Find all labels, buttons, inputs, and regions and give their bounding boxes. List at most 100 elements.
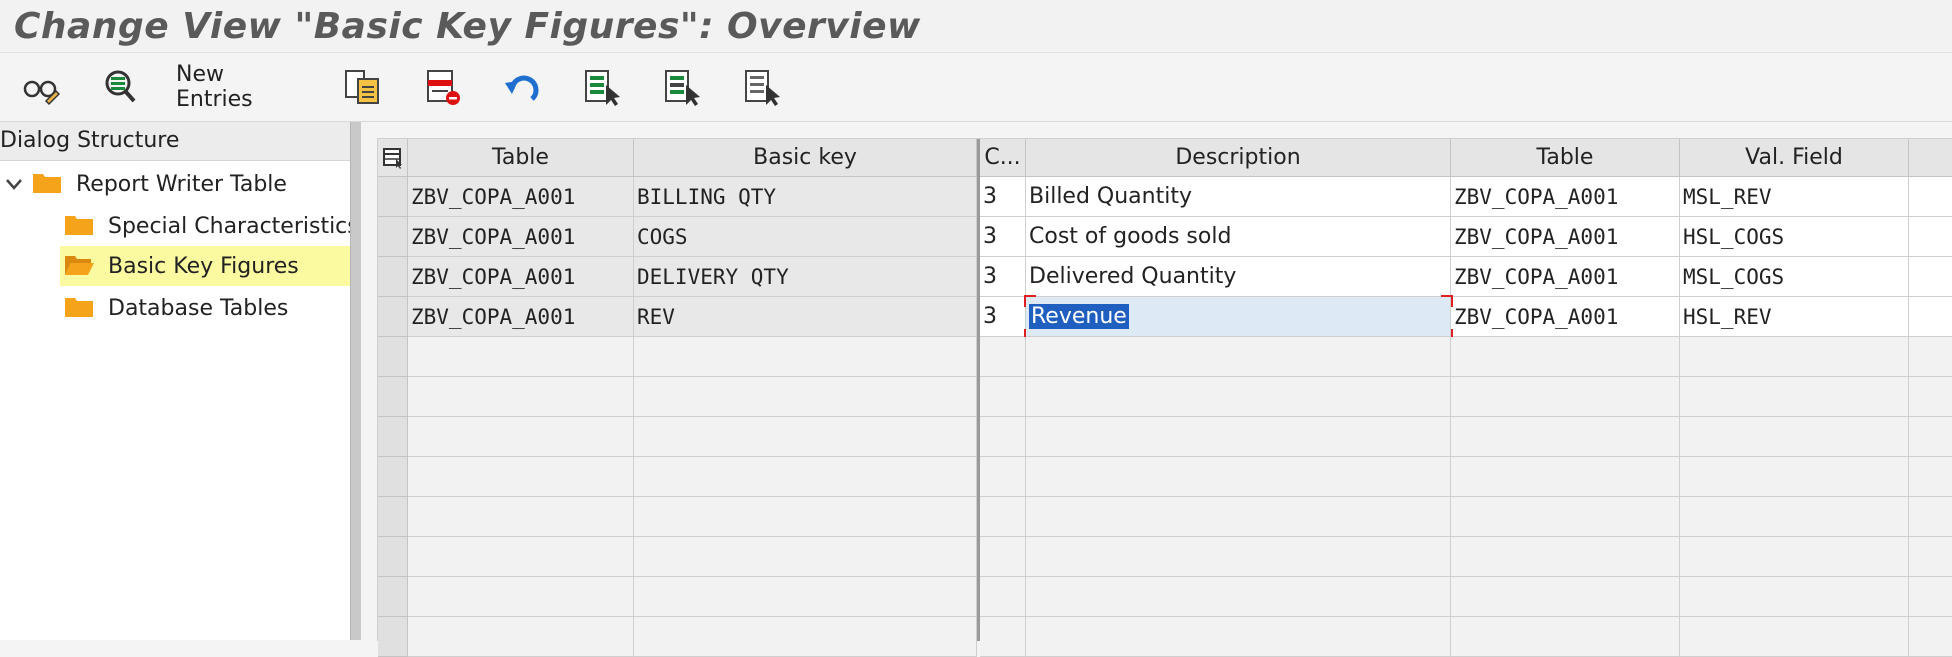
column-header-table[interactable]: Table xyxy=(408,139,634,177)
empty-cell[interactable] xyxy=(1680,537,1909,577)
empty-cell[interactable] xyxy=(1909,617,1952,657)
empty-cell[interactable] xyxy=(634,577,977,617)
empty-cell[interactable] xyxy=(1680,417,1909,457)
empty-cell[interactable] xyxy=(634,457,977,497)
empty-cell[interactable] xyxy=(1451,377,1680,417)
empty-cell[interactable] xyxy=(408,337,634,377)
empty-cell[interactable] xyxy=(1026,617,1451,657)
empty-cell[interactable] xyxy=(1909,377,1952,417)
empty-cell[interactable] xyxy=(1909,417,1952,457)
empty-cell[interactable] xyxy=(1680,577,1909,617)
row-selector[interactable] xyxy=(378,457,408,497)
table-field[interactable]: ZBV_COPA_A001 xyxy=(1451,177,1680,217)
empty-cell[interactable] xyxy=(1451,457,1680,497)
empty-cell[interactable] xyxy=(1451,417,1680,457)
empty-cell[interactable] xyxy=(1451,497,1680,537)
empty-cell[interactable] xyxy=(408,537,634,577)
row-selector[interactable] xyxy=(378,577,408,617)
empty-cell[interactable] xyxy=(980,577,1026,617)
tree-item-basic-key-figures[interactable]: Basic Key Figures xyxy=(60,246,350,286)
column-header-basic-key[interactable]: Basic key xyxy=(634,139,977,177)
empty-cell[interactable] xyxy=(408,377,634,417)
empty-cell[interactable] xyxy=(634,537,977,577)
empty-cell[interactable] xyxy=(634,337,977,377)
extra-field[interactable] xyxy=(1909,297,1952,337)
display-change-icon[interactable] xyxy=(18,63,62,111)
empty-cell[interactable] xyxy=(1909,497,1952,537)
empty-cell[interactable] xyxy=(408,417,634,457)
empty-cell[interactable] xyxy=(1909,537,1952,577)
row-selector[interactable] xyxy=(378,177,408,217)
c-field[interactable]: 3 xyxy=(980,257,1026,297)
empty-cell[interactable] xyxy=(1909,457,1952,497)
description-field[interactable]: Delivered Quantity xyxy=(1026,257,1451,297)
empty-cell[interactable] xyxy=(980,377,1026,417)
description-field-focused[interactable]: Revenue xyxy=(1026,297,1451,337)
extra-field[interactable] xyxy=(1909,257,1952,297)
extra-field[interactable] xyxy=(1909,217,1952,257)
copy-as-icon[interactable] xyxy=(340,63,384,111)
row-selector[interactable] xyxy=(378,537,408,577)
empty-cell[interactable] xyxy=(408,617,634,657)
extra-field[interactable] xyxy=(1909,177,1952,217)
tree-item-report-writer-table[interactable]: Report Writer Table xyxy=(0,164,350,204)
row-selector[interactable] xyxy=(378,217,408,257)
empty-cell[interactable] xyxy=(1026,457,1451,497)
empty-cell[interactable] xyxy=(1680,377,1909,417)
empty-cell[interactable] xyxy=(980,337,1026,377)
val-field[interactable]: HSL_COGS xyxy=(1680,217,1909,257)
select-display-icon[interactable] xyxy=(98,63,142,111)
empty-cell[interactable] xyxy=(1909,577,1952,617)
column-header-val-field[interactable]: Val. Field xyxy=(1680,139,1909,177)
empty-cell[interactable] xyxy=(1451,537,1680,577)
empty-cell[interactable] xyxy=(980,537,1026,577)
val-field[interactable]: MSL_COGS xyxy=(1680,257,1909,297)
empty-cell[interactable] xyxy=(1680,457,1909,497)
empty-cell[interactable] xyxy=(1680,617,1909,657)
empty-cell[interactable] xyxy=(1451,577,1680,617)
empty-cell[interactable] xyxy=(1909,337,1952,377)
empty-cell[interactable] xyxy=(980,617,1026,657)
empty-cell[interactable] xyxy=(1026,337,1451,377)
empty-cell[interactable] xyxy=(980,417,1026,457)
empty-cell[interactable] xyxy=(1026,537,1451,577)
column-header-description[interactable]: Description xyxy=(1026,139,1451,177)
new-entries-button[interactable]: New Entries xyxy=(176,62,306,112)
empty-cell[interactable] xyxy=(1026,577,1451,617)
delete-icon[interactable] xyxy=(420,63,464,111)
column-settings-icon[interactable] xyxy=(378,139,408,177)
chevron-down-icon[interactable] xyxy=(0,178,28,190)
row-selector[interactable] xyxy=(378,617,408,657)
undo-icon[interactable] xyxy=(500,63,544,111)
empty-cell[interactable] xyxy=(634,377,977,417)
empty-cell[interactable] xyxy=(1451,337,1680,377)
c-field[interactable]: 3 xyxy=(980,177,1026,217)
empty-cell[interactable] xyxy=(634,617,977,657)
row-selector[interactable] xyxy=(378,417,408,457)
c-field[interactable]: 3 xyxy=(980,297,1026,337)
table-field[interactable]: ZBV_COPA_A001 xyxy=(1451,217,1680,257)
description-field[interactable]: Billed Quantity xyxy=(1026,177,1451,217)
select-block-icon[interactable] xyxy=(660,63,704,111)
empty-cell[interactable] xyxy=(634,497,977,537)
row-selector[interactable] xyxy=(378,497,408,537)
empty-cell[interactable] xyxy=(408,497,634,537)
empty-cell[interactable] xyxy=(1680,337,1909,377)
row-selector[interactable] xyxy=(378,337,408,377)
empty-cell[interactable] xyxy=(1680,497,1909,537)
empty-cell[interactable] xyxy=(408,457,634,497)
empty-cell[interactable] xyxy=(980,497,1026,537)
tree-item-special-characteristics[interactable]: Special Characteristics xyxy=(60,206,359,246)
empty-cell[interactable] xyxy=(1026,377,1451,417)
empty-cell[interactable] xyxy=(1451,617,1680,657)
deselect-all-icon[interactable] xyxy=(740,63,784,111)
c-field[interactable]: 3 xyxy=(980,217,1026,257)
row-selector[interactable] xyxy=(378,377,408,417)
select-all-icon[interactable] xyxy=(580,63,624,111)
row-selector[interactable] xyxy=(378,297,408,337)
tree-item-database-tables[interactable]: Database Tables xyxy=(60,288,350,328)
val-field[interactable]: MSL_REV xyxy=(1680,177,1909,217)
empty-cell[interactable] xyxy=(1026,417,1451,457)
empty-cell[interactable] xyxy=(980,457,1026,497)
column-header-c[interactable]: C... xyxy=(980,139,1026,177)
